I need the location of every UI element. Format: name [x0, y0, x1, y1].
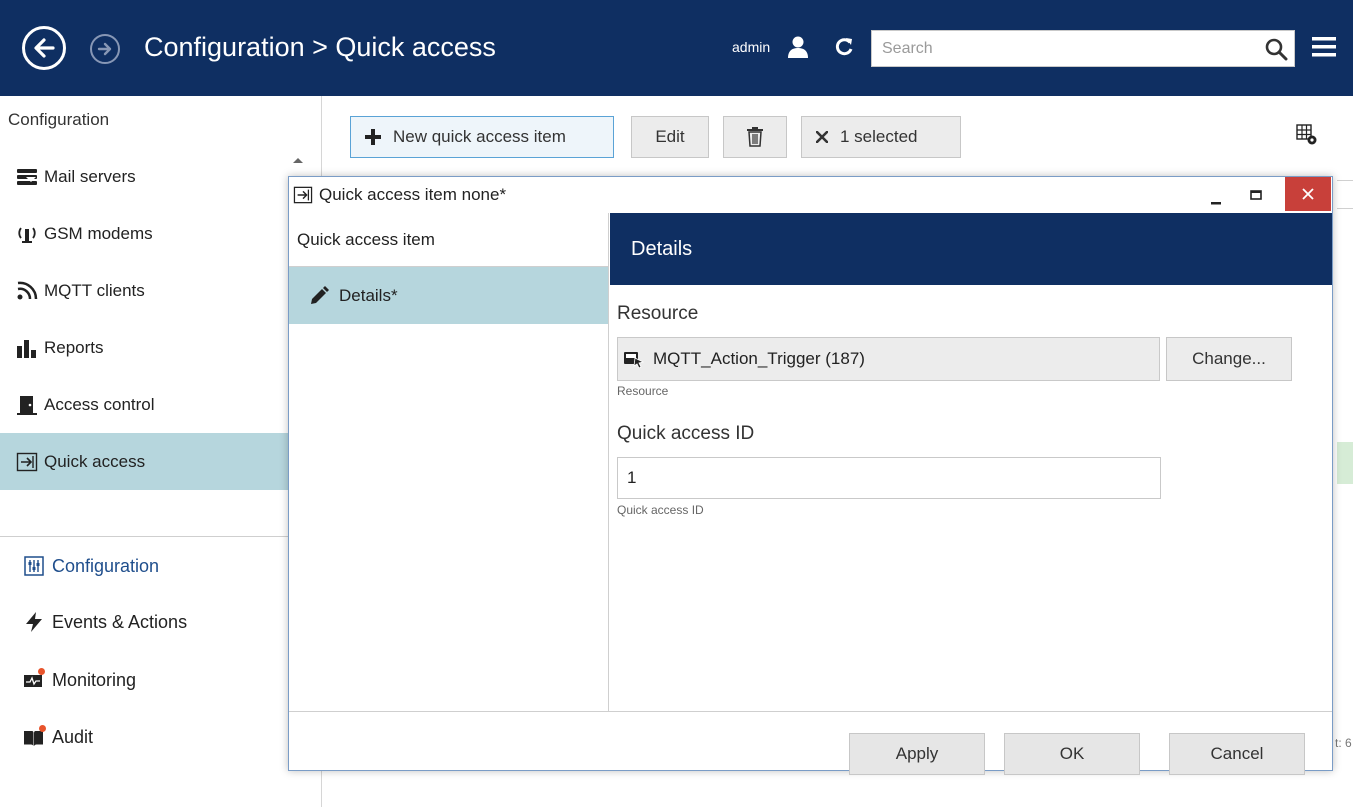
quick-access-id-hint: Quick access ID [617, 503, 704, 517]
trash-icon [747, 127, 763, 147]
quick-access-id-input[interactable] [617, 457, 1161, 499]
mqtt-icon [16, 280, 38, 302]
search-box [871, 30, 1295, 67]
background-table-header [1337, 180, 1353, 209]
cancel-button[interactable]: Cancel [1169, 733, 1305, 775]
dialog-details-pane: Details Resource MQTT_Action_Trigger (18… [610, 213, 1332, 711]
resource-value: MQTT_Action_Trigger (187) [653, 349, 865, 368]
gsm-modem-icon [16, 223, 38, 245]
reports-icon [16, 337, 38, 359]
sidebar-item-mqtt-clients[interactable]: MQTT clients [0, 262, 321, 319]
grid-settings-icon[interactable] [1296, 124, 1318, 146]
lightning-icon [22, 610, 46, 634]
close-x-icon [816, 131, 828, 143]
hamburger-menu-icon[interactable] [1312, 36, 1336, 58]
sidebar-item-access-control[interactable]: Access control [0, 376, 321, 433]
minimize-icon [1211, 202, 1221, 205]
ok-button[interactable]: OK [1004, 733, 1140, 775]
background-table-row [1337, 442, 1353, 484]
clear-selection-button[interactable]: 1 selected [801, 116, 961, 158]
nav-label: Monitoring [52, 669, 137, 690]
close-icon [1302, 188, 1314, 200]
search-icon[interactable] [1264, 37, 1288, 61]
user-icon[interactable] [786, 36, 810, 58]
nav-label: Audit [52, 726, 94, 747]
door-icon [16, 394, 38, 416]
details-tab[interactable]: Details* [289, 267, 608, 324]
pencil-icon [309, 285, 329, 306]
dialog-footer: Apply OK Cancel [289, 711, 1332, 775]
background-count-fragment: t: 6 [1335, 736, 1352, 750]
sidebar-divider [0, 536, 322, 537]
nav-audit[interactable]: Audit [0, 710, 321, 764]
sidebar-item-mail-servers[interactable]: Mail servers [0, 148, 321, 205]
resource-label: Resource [617, 303, 699, 324]
sidebar-item-reports[interactable]: Reports [0, 319, 321, 376]
forward-button[interactable] [90, 34, 120, 64]
nav-events-actions[interactable]: Events & Actions [0, 595, 321, 649]
sidebar-item-label: Mail servers [44, 166, 136, 186]
edit-button-label: Edit [655, 127, 685, 146]
back-button[interactable] [22, 26, 66, 70]
change-resource-button[interactable]: Change... [1166, 337, 1292, 381]
minimize-button[interactable] [1205, 185, 1227, 205]
dialog-titlebar[interactable]: Quick access item none* [289, 177, 1332, 213]
arrow-right-icon [97, 42, 112, 56]
nav-label: Configuration [52, 555, 160, 576]
nav-monitoring[interactable]: Monitoring [0, 653, 321, 707]
edit-button[interactable]: Edit [631, 116, 709, 158]
sidebar-item-label: Access control [44, 394, 155, 414]
quick-access-icon [16, 451, 38, 473]
delete-button[interactable] [723, 116, 787, 158]
audit-book-icon [22, 725, 46, 749]
quick-access-id-label: Quick access ID [617, 423, 755, 444]
maximize-button[interactable] [1245, 185, 1267, 205]
resource-hint: Resource [617, 384, 669, 398]
details-header: Details [610, 213, 1332, 285]
close-button[interactable] [1285, 177, 1331, 211]
new-button-label: New quick access item [393, 127, 566, 146]
search-input[interactable] [872, 31, 1252, 66]
app-header: Configuration > Quick access admin [0, 0, 1353, 96]
sidebar-item-quick-access[interactable]: Quick access [0, 433, 321, 490]
refresh-icon[interactable] [834, 37, 854, 57]
configuration-icon [22, 554, 46, 578]
quick-access-icon [293, 186, 313, 204]
resource-action-icon [623, 350, 645, 368]
sidebar-item-label: GSM modems [44, 223, 153, 243]
sidebar-item-label: Reports [44, 337, 104, 357]
quick-access-item-dialog: Quick access item none* Quick access ite… [288, 176, 1333, 775]
sidebar-item-label: Quick access [44, 451, 146, 471]
resource-field: MQTT_Action_Trigger (187) [617, 337, 1160, 381]
page-title: Configuration > Quick access [144, 32, 496, 62]
nav-configuration[interactable]: Configuration [0, 539, 321, 593]
dialog-left-pane: Quick access item Details* [289, 213, 609, 711]
maximize-icon [1250, 190, 1262, 200]
nav-label: Events & Actions [52, 611, 188, 632]
apply-button[interactable]: Apply [849, 733, 985, 775]
username[interactable]: admin [732, 39, 770, 55]
sidebar-item-label: MQTT clients [44, 280, 145, 300]
sidebar-heading: Configuration [8, 110, 110, 129]
dialog-title: Quick access item none* [319, 185, 507, 204]
sidebar-item-gsm-modems[interactable]: GSM modems [0, 205, 321, 262]
new-quick-access-item-button[interactable]: New quick access item [350, 116, 614, 158]
arrow-left-icon [34, 38, 55, 58]
details-tab-label: Details* [339, 285, 398, 305]
plus-icon [365, 129, 381, 145]
dialog-left-heading: Quick access item [289, 213, 608, 267]
sidebar: Configuration Mail servers GSM modems MQ… [0, 96, 322, 807]
monitoring-icon [22, 668, 46, 692]
mail-servers-icon [16, 166, 38, 188]
selected-count-label: 1 selected [840, 127, 918, 146]
